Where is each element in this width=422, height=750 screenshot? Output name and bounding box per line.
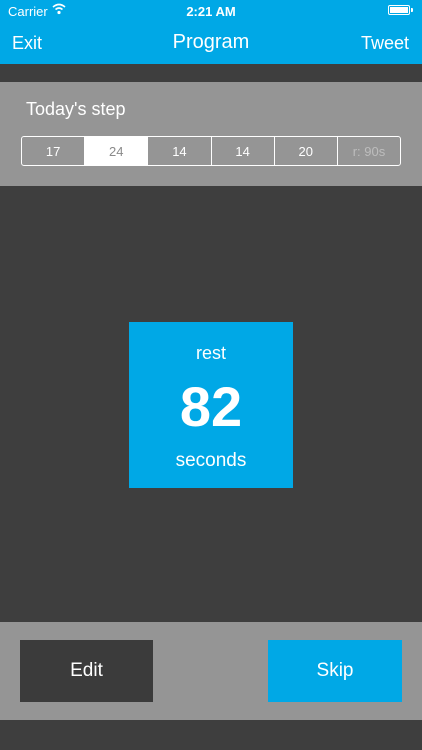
rest-timer: rest 82 seconds — [129, 322, 293, 488]
battery-icon — [388, 5, 413, 15]
app-header: Carrier 2:21 AM Exit Program Tweet — [0, 0, 422, 64]
tweet-button[interactable]: Tweet — [361, 33, 409, 54]
skip-button[interactable]: Skip — [268, 640, 402, 702]
page-title: Program — [172, 31, 250, 53]
rest-unit: seconds — [175, 450, 247, 471]
status-bar: Carrier 2:21 AM — [0, 0, 422, 22]
step-label: Today's step — [26, 99, 126, 119]
bottom-bar: Edit Skip — [0, 622, 422, 720]
rest-countdown: 82 — [179, 375, 243, 438]
edit-button[interactable]: Edit — [20, 640, 153, 702]
step-segment-5[interactable]: 20 — [273, 137, 337, 165]
nav-bar: Exit Program Tweet — [0, 22, 422, 64]
rest-label: rest — [195, 343, 226, 363]
step-segment-2[interactable]: 24 — [84, 137, 148, 165]
step-segment-4[interactable]: 14 — [210, 137, 274, 165]
step-segment-rest[interactable]: r: 90s — [336, 137, 400, 165]
step-segment-3[interactable]: 14 — [147, 137, 210, 165]
status-time: 2:21 AM — [186, 4, 236, 19]
step-segmented-control: 17 24 14 14 20 r: 90s — [21, 136, 401, 166]
step-panel: Today's step 17 24 14 14 20 r: 90s — [0, 82, 422, 186]
step-segment-1[interactable]: 17 — [22, 137, 84, 165]
